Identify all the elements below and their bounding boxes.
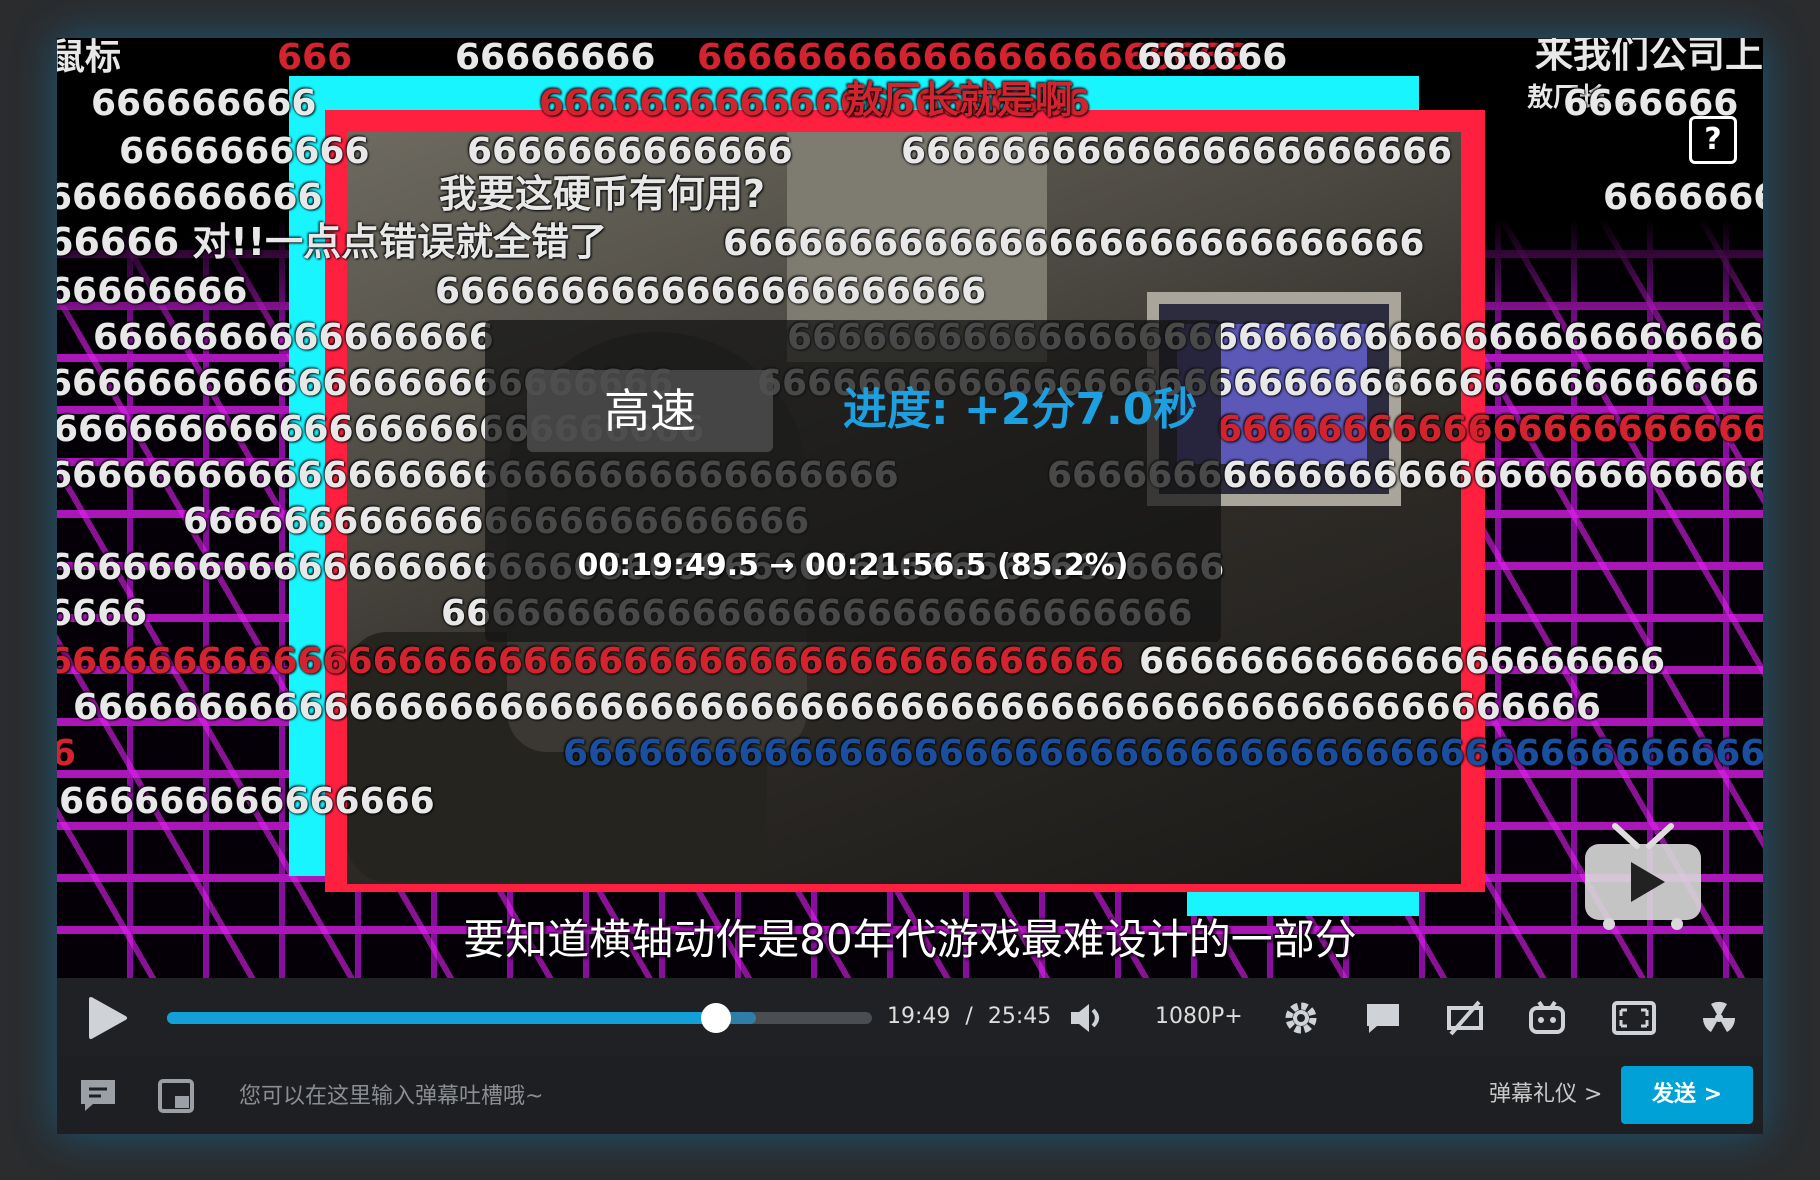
seek-time-range: 00:19:49.5 → 00:21:56.5 (85.2%) (577, 548, 1129, 583)
danmaku-comment: 66666 对!!一点点错误就全错了 (57, 220, 608, 264)
bilibili-mascot-icon[interactable] (1527, 998, 1567, 1038)
danmaku-comment: 6666 (57, 593, 148, 634)
quality-selector[interactable]: 1080P+ (1155, 1000, 1243, 1034)
danmaku-comment: 我要这硬币有何用? (439, 172, 766, 216)
video-player: 鼠标 666 66666666 6666666666666666666666 6… (57, 38, 1763, 1134)
danmaku-comment: 来我们公司上 (1535, 38, 1763, 76)
danmaku-comment: 66666666 (455, 38, 656, 78)
play-icon[interactable] (85, 995, 129, 1041)
danmaku-comment: 6666666666666666666666 (435, 271, 987, 312)
danmaku-comment: 66666666 (57, 271, 248, 312)
fullscreen-icon[interactable] (1611, 998, 1657, 1038)
danmaku-input[interactable] (237, 1066, 1531, 1126)
danmaku-comment: 666666666 (91, 83, 317, 124)
danmaku-comment: 鼠标 (57, 38, 122, 78)
danmaku-comment: 6666666666666666666666666666666666666666… (563, 733, 1763, 774)
time-display: 19:49 / 25:45 (887, 1000, 1051, 1034)
danmaku-comment: 666 (277, 38, 353, 78)
bilibili-tv-icon[interactable] (1581, 820, 1705, 932)
danmaku-comment: 敖厂长就是啊 (845, 78, 1074, 122)
danmaku-comment: 6666666666666 (467, 131, 793, 172)
danmaku-comment: 6666666666666666666666666666666666666666… (57, 641, 1125, 682)
danmaku-comment: 6666666666666666666666666666666666666666… (73, 687, 1601, 728)
speed-indicator: 高速 (527, 370, 773, 452)
danmaku-input-bar: 弹幕礼仪 > 发送 > (57, 1056, 1763, 1134)
video-subtitle: 要知道横轴动作是80年代游戏最难设计的一部分 (463, 915, 1357, 964)
danmaku-list-icon[interactable] (79, 1078, 117, 1114)
progress-bar[interactable] (167, 1003, 872, 1033)
danmaku-comment: 666666666666666666666666666666 (1217, 409, 1763, 450)
danmaku-comment: 66666666666 (57, 177, 323, 218)
send-danmaku-button[interactable]: 发送 > (1621, 1066, 1753, 1124)
progress-played (167, 1012, 717, 1024)
duration: 25:45 (987, 1004, 1052, 1029)
danmaku-comment: 6666666666666666666666 (901, 131, 1453, 172)
radiation-icon[interactable] (1699, 998, 1739, 1038)
danmaku-comment: 6666666 (1603, 177, 1763, 218)
danmaku-comment: 6666666666666666 (93, 317, 494, 358)
danmaku-comment: 6666666666 (119, 131, 370, 172)
progress-knob[interactable] (701, 1003, 732, 1033)
danmaku-comment: 6666666666666666666666666666 (723, 223, 1425, 264)
settings-gear-icon[interactable] (1281, 998, 1321, 1038)
picture-in-picture-icon[interactable] (157, 1078, 195, 1114)
qr-scan-icon[interactable]: ? (1689, 116, 1737, 164)
danmaku-comment: 666666666666666666666 (1139, 641, 1666, 682)
seek-progress-delta: 进度: +2分7.0秒 (843, 384, 1198, 435)
current-time: 19:49 (887, 1004, 951, 1029)
danmaku-etiquette-link[interactable]: 弹幕礼仪 > (1489, 1076, 1602, 1114)
player-control-bar: 19:49 / 25:45 1080P+ (57, 978, 1763, 1056)
danmaku-comment: 666666 (1137, 38, 1288, 78)
danmaku-off-icon[interactable] (1445, 998, 1485, 1038)
seek-overlay: 高速 进度: +2分7.0秒 00:19:49.5 → 00:21:56.5 (… (485, 320, 1221, 642)
danmaku-bubble-icon[interactable] (1363, 998, 1403, 1038)
danmaku-comment: 666666666666666 (59, 781, 435, 822)
danmaku-comment: 6 (57, 733, 77, 774)
video-area[interactable]: 鼠标 666 66666666 6666666666666666666666 6… (57, 38, 1763, 978)
time-separator: / (965, 1004, 973, 1029)
volume-icon[interactable] (1067, 998, 1107, 1038)
